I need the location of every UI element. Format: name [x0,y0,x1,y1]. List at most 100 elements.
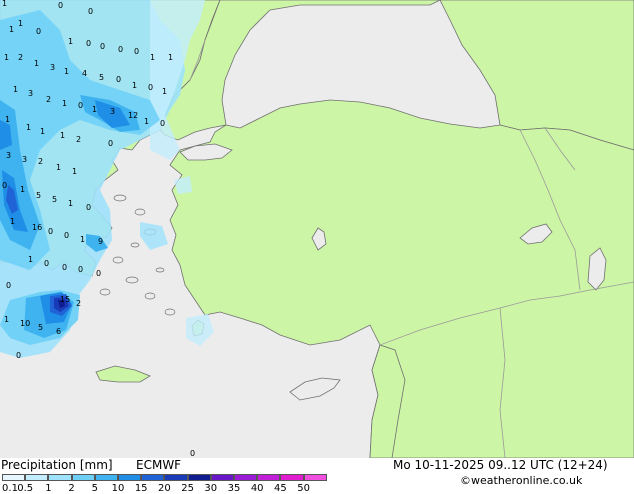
legend-swatch-6 [141,474,165,481]
legend-swatch-13 [303,474,327,481]
precip-value-44: 1 [72,167,77,176]
precip-value-58: 0 [44,259,49,268]
precip-value-49: 1 [68,199,73,208]
precip-value-62: 0 [6,281,11,290]
precip-value-33: 0 [160,119,165,128]
product-label: Precipitation [mm] [1,458,113,472]
precip-value-2: 0 [88,7,93,16]
precip-value-56: 9 [98,237,103,246]
precip-value-22: 0 [148,83,153,92]
precip-value-60: 0 [78,265,83,274]
legend-swatch-3 [71,474,95,481]
precip-value-0: 1 [2,0,7,8]
precip-value-15: 1 [34,59,39,68]
precip-value-6: 1 [68,37,73,46]
credit-label: ©weatheronline.co.uk [460,474,583,487]
precip-value-45: 0 [2,181,7,190]
legend-tick-8: 25 [181,483,194,494]
legend-swatch-8 [187,474,211,481]
precip-value-25: 3 [28,89,33,98]
precip-value-68: 6 [56,327,61,336]
legend-tick-2: 1 [45,483,52,494]
legend-swatch-12 [280,474,304,481]
datetime-label: Mo 10-11-2025 09..12 UTC (12+24) [393,458,608,472]
precip-value-8: 0 [100,42,105,51]
precip-value-54: 0 [64,231,69,240]
precip-value-30: 3 [110,107,115,116]
legend-swatch-10 [234,474,258,481]
precip-value-55: 1 [80,235,85,244]
legend-tick-9: 30 [204,483,218,494]
precip-value-11: 1 [150,53,155,62]
precip-value-18: 4 [82,69,87,78]
precip-value-29: 1 [92,105,97,114]
precip-value-16: 3 [50,63,55,72]
precip-value-70: 0 [190,449,195,458]
precip-value-69: 0 [16,351,21,360]
precip-value-40: 3 [6,151,11,160]
legend-swatch-2 [48,474,72,481]
precip-value-66: 10 [20,319,30,328]
legend-tick-6: 15 [134,483,148,494]
precip-value-10: 0 [134,47,139,56]
precip-value-3: 1 [18,19,23,28]
precip-value-13: 1 [4,53,9,62]
precip-value-61: 0 [96,269,101,278]
legend-tick-12: 45 [274,483,287,494]
precip-value-5: 0 [36,27,41,36]
legend-swatch-1 [25,474,49,481]
precip-value-24: 1 [13,85,18,94]
legend-swatch-7 [164,474,188,481]
precip-value-39: 0 [108,139,113,148]
precip-value-36: 1 [40,127,45,136]
precip-value-28: 0 [78,101,83,110]
precip-value-9: 0 [118,45,123,54]
precip-value-1: 0 [58,1,63,10]
legend-swatch-5 [118,474,142,481]
legend-tick-10: 35 [227,483,241,494]
precip-value-35: 1 [26,123,31,132]
precip-value-31: 12 [128,111,138,120]
legend-tick-13: 50 [297,483,310,494]
precip-value-26: 2 [46,95,51,104]
precip-value-41: 3 [22,155,27,164]
legend-tick-7: 20 [158,483,171,494]
precip-value-12: 1 [168,53,173,62]
precip-value-38: 2 [76,135,81,144]
precip-value-57: 1 [28,255,33,264]
legend-tick-3: 2 [68,483,75,494]
legend-tick-11: 40 [250,483,264,494]
precip-value-46: 1 [20,185,25,194]
precip-value-4: 1 [9,25,14,34]
precip-value-17: 1 [64,67,69,76]
map-footer: Precipitation [mm] ECMWF Mo 10-11-2025 0… [0,458,634,494]
legend-tick-0: 0.1 [2,483,18,494]
legend-swatch-9 [210,474,234,481]
precip-value-7: 0 [86,39,91,48]
legend-swatch-4 [94,474,118,481]
legend-tick-5: 10 [111,483,125,494]
legend-tick-1: 0.5 [17,483,34,494]
precip-value-32: 1 [144,117,149,126]
precip-value-53: 0 [48,227,53,236]
precip-value-48: 5 [52,195,57,204]
model-label: ECMWF [136,458,182,472]
precip-value-43: 1 [56,163,61,172]
precip-value-64: 2 [76,299,81,308]
legend-swatch-0 [2,474,26,481]
precip-value-20: 0 [116,75,121,84]
precip-value-65: 1 [4,315,9,324]
precip-value-14: 2 [18,53,23,62]
precip-value-19: 5 [99,73,104,82]
precip-value-21: 1 [132,81,137,90]
precip-value-59: 0 [62,263,67,272]
precip-value-50: 0 [86,203,91,212]
precip-value-23: 1 [162,87,167,96]
precip-value-37: 1 [60,131,65,140]
precip-value-67: 5 [38,323,43,332]
precip-value-42: 2 [38,157,43,166]
precip-value-47: 5 [36,191,41,200]
legend-swatch-11 [257,474,281,481]
precip-value-27: 1 [62,99,67,108]
legend-tick-4: 5 [91,483,98,494]
